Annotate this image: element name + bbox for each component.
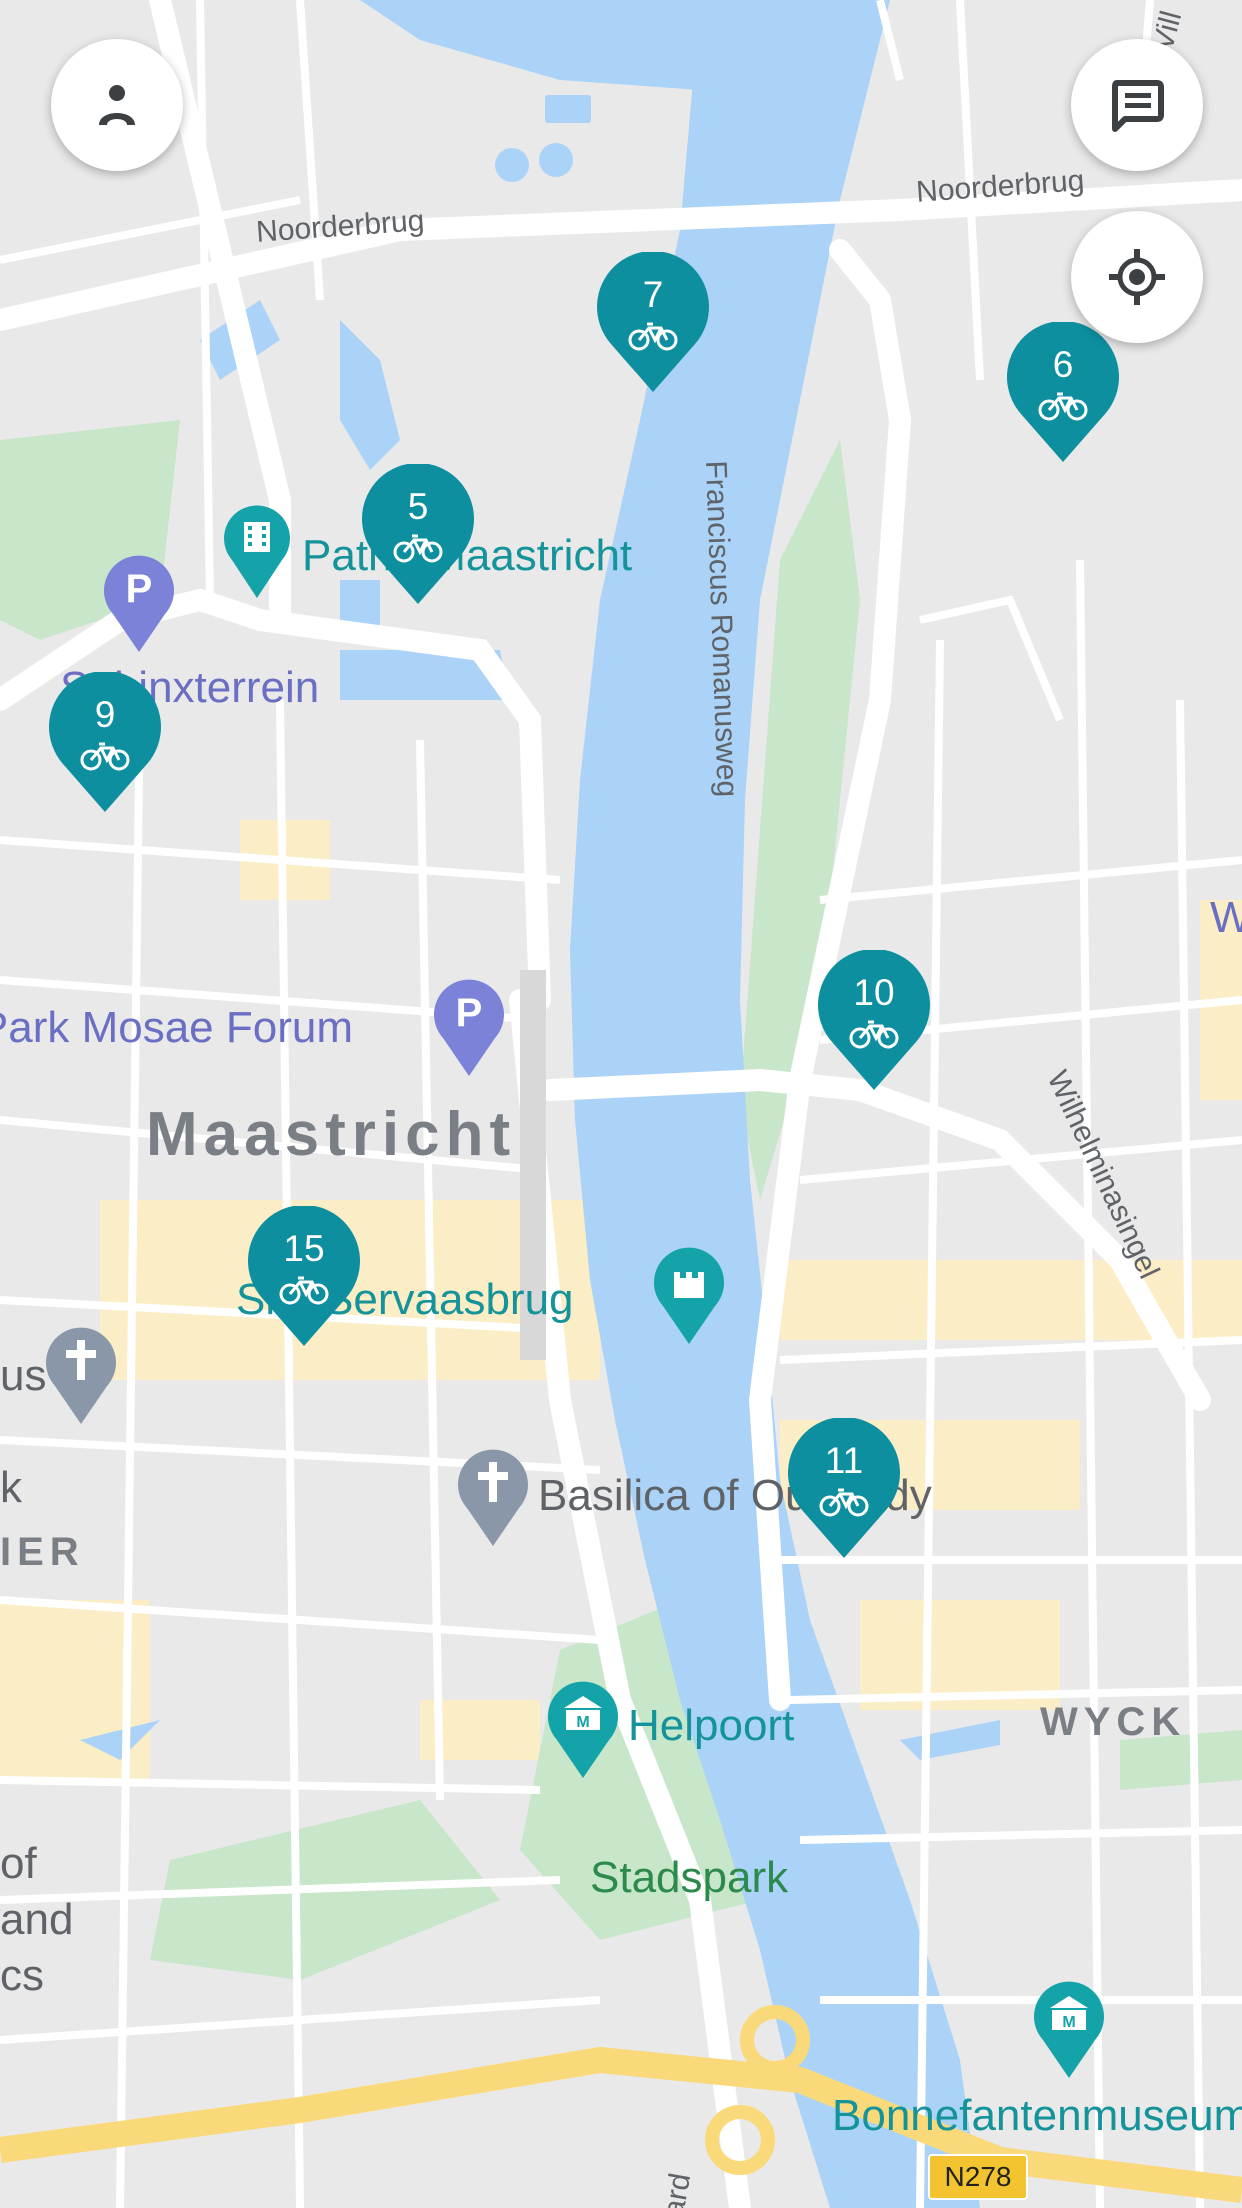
bike-station-number: 5 xyxy=(407,486,429,527)
poi-label-edge-us: us xyxy=(0,1351,47,1400)
feedback-button[interactable] xyxy=(1071,39,1203,171)
bike-station-pin[interactable]: 7 xyxy=(597,252,709,394)
church-icon[interactable] xyxy=(46,1326,116,1426)
bike-station-number: 15 xyxy=(283,1228,325,1269)
svg-text:P: P xyxy=(126,567,153,611)
museum-icon[interactable]: M xyxy=(548,1680,618,1780)
svg-text:M: M xyxy=(1062,2014,1075,2031)
cinema-icon[interactable] xyxy=(224,504,290,600)
parking-icon-mosae[interactable]: P xyxy=(434,978,504,1078)
poi-label-mosae-forum[interactable]: Q-Park Mosae Forum xyxy=(0,1006,353,1050)
poi-label-helpoort[interactable]: Helpoort xyxy=(628,1704,794,1748)
bike-station-pin[interactable]: 5 xyxy=(362,464,474,606)
svg-text:M: M xyxy=(576,1714,589,1731)
bike-station-number: 9 xyxy=(94,694,116,735)
poi-label-edge-and: and xyxy=(0,1895,74,1944)
bike-station-pin[interactable]: 6 xyxy=(1007,322,1119,464)
bike-station-pin[interactable]: 9 xyxy=(49,672,161,814)
bike-station-number: 7 xyxy=(642,274,664,315)
my-location-icon xyxy=(1109,249,1165,305)
svg-text:P: P xyxy=(456,991,483,1035)
poi-label-bonnefanten[interactable]: Bonnefantenmuseum xyxy=(832,2094,1242,2138)
poi-label-edge-cs: cs xyxy=(0,1951,44,2000)
poi-label-edge-k: k xyxy=(0,1463,22,1512)
poi-label-edge-of: of xyxy=(0,1839,37,1888)
message-icon xyxy=(1112,80,1164,132)
poi-label-stadspark[interactable]: Stadspark xyxy=(590,1856,788,1900)
landmark-tower-icon[interactable] xyxy=(654,1246,724,1346)
road-shield-n278: N278 xyxy=(928,2154,1028,2200)
bike-station-number: 6 xyxy=(1052,344,1074,385)
parking-icon[interactable]: P xyxy=(104,554,174,654)
bike-station-number: 10 xyxy=(853,972,895,1013)
bike-station-pin[interactable]: 11 xyxy=(788,1418,900,1560)
street-label-edge-ard: ard xyxy=(657,2170,698,2208)
street-label-edge-w: W xyxy=(1210,893,1242,942)
district-label-wyck: WYCK xyxy=(1040,1700,1187,1744)
profile-button[interactable] xyxy=(51,39,183,171)
map-view[interactable]: Noorderbrug Noorderbrug Franciscus Roman… xyxy=(0,0,1242,2208)
district-label-ier: IER xyxy=(0,1530,85,1574)
bike-station-pin[interactable]: 15 xyxy=(248,1206,360,1348)
person-icon xyxy=(99,85,135,125)
bike-station-pin[interactable]: 10 xyxy=(818,950,930,1092)
museum-icon-bonnefanten[interactable]: M xyxy=(1034,1980,1104,2080)
city-label-maastricht: Maastricht xyxy=(146,1100,517,1169)
church-icon-basilica[interactable] xyxy=(458,1448,528,1548)
bike-station-number: 11 xyxy=(824,1440,864,1481)
my-location-button[interactable] xyxy=(1071,211,1203,343)
